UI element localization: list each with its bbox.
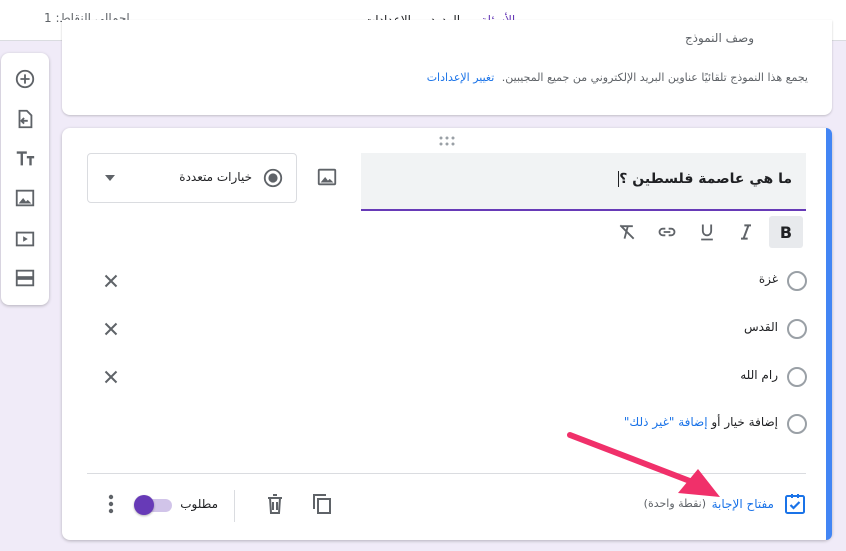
close-icon[interactable]: [100, 270, 122, 292]
add-video-button[interactable]: [13, 227, 37, 251]
add-option-link[interactable]: إضافة خيار: [724, 415, 778, 429]
add-title-button[interactable]: [13, 147, 37, 171]
question-title-field[interactable]: ما هي عاصمة فلسطين ؟: [361, 153, 806, 211]
underline-icon: [701, 224, 713, 241]
add-question-icon: [15, 69, 35, 89]
bold-icon: B: [779, 222, 793, 242]
form-description[interactable]: وصف النموذج: [685, 31, 754, 45]
answer-key-icon[interactable]: [783, 492, 807, 516]
italic-button[interactable]: [729, 216, 763, 248]
add-option-row: إضافة خيار أو إضافة "غير ذلك": [62, 412, 832, 436]
email-notice: يجمع هذا النموذج تلقائيًا عناوين البريد …: [427, 71, 808, 84]
radio-button-icon: [263, 168, 283, 188]
delete-icon[interactable]: [263, 492, 287, 516]
change-settings-link[interactable]: تغيير الإعدادات: [427, 71, 495, 84]
question-type-label: خيارات متعددة: [179, 170, 252, 184]
option-radio: [787, 367, 807, 387]
option-label[interactable]: غزة: [759, 272, 778, 286]
add-option-text: إضافة خيار أو إضافة "غير ذلك": [624, 415, 778, 429]
card-divider: [87, 473, 806, 474]
import-questions-button[interactable]: [13, 107, 37, 131]
add-question-button[interactable]: [13, 67, 37, 91]
required-label: مطلوب: [180, 497, 218, 511]
add-title-icon: [16, 151, 35, 166]
add-image-button[interactable]: [13, 186, 37, 210]
option-radio: [787, 414, 807, 434]
import-questions-icon: [18, 109, 33, 129]
answer-key-button[interactable]: مفتاح الإجابة: [712, 497, 774, 511]
add-video-icon: [15, 231, 35, 247]
clear-format-icon: [619, 224, 635, 240]
toggle-knob: [134, 495, 154, 515]
option-radio: [787, 319, 807, 339]
required-toggle[interactable]: [134, 495, 172, 515]
question-title-text: ما هي عاصمة فلسطين ؟: [618, 171, 792, 187]
clear-format-button[interactable]: [610, 216, 644, 248]
add-image-icon: [15, 189, 35, 207]
option-row: رام الله: [62, 365, 832, 389]
close-icon[interactable]: [100, 318, 122, 340]
add-section-button[interactable]: [13, 266, 37, 290]
bold-button[interactable]: B: [769, 216, 803, 248]
option-label[interactable]: القدس: [744, 320, 778, 334]
add-other-link[interactable]: إضافة "غير ذلك": [624, 415, 708, 429]
or-separator: أو: [711, 415, 721, 429]
duplicate-icon[interactable]: [310, 492, 334, 516]
add-section-icon: [15, 269, 35, 287]
points-label: (نقطة واحدة): [643, 497, 706, 510]
side-toolbar: [1, 53, 49, 305]
email-notice-text: يجمع هذا النموذج تلقائيًا عناوين البريد …: [501, 71, 808, 84]
question-card[interactable]: ما هي عاصمة فلسطين ؟ خيارات متعددة B غزة…: [62, 128, 832, 540]
italic-icon: [741, 224, 751, 240]
more-options-icon[interactable]: [100, 492, 122, 516]
drag-handle-icon[interactable]: [438, 136, 456, 146]
question-type-select[interactable]: خيارات متعددة: [87, 153, 297, 203]
option-row: غزة: [62, 269, 832, 293]
option-row: القدس: [62, 317, 832, 341]
footer-separator: [234, 490, 235, 522]
option-radio: [787, 271, 807, 291]
add-question-image-icon[interactable]: [316, 166, 338, 188]
form-info-card: وصف النموذج يجمع هذا النموذج تلقائيًا عن…: [62, 20, 832, 115]
link-icon: [658, 227, 676, 237]
link-button[interactable]: [650, 216, 684, 248]
close-icon[interactable]: [100, 366, 122, 388]
dropdown-caret-icon: [105, 175, 115, 181]
underline-button[interactable]: [690, 216, 724, 248]
option-label[interactable]: رام الله: [740, 368, 778, 382]
